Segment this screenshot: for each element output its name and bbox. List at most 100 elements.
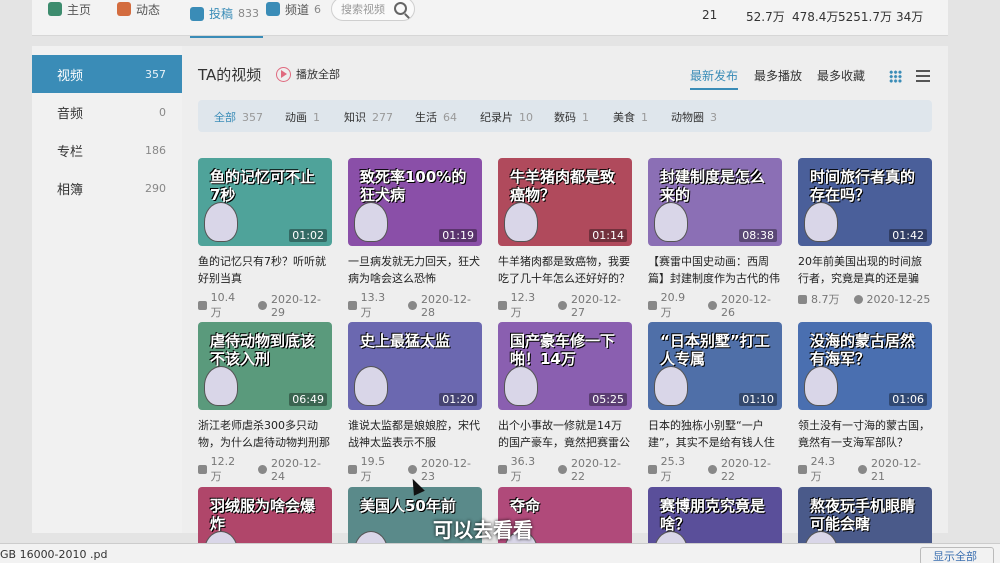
video-card[interactable]: 牛羊猪肉都是致癌物？ 01:14 牛羊猪肉都是致癌物，我要吃了几十年怎么还好好的？ 1… — [498, 158, 632, 320]
sort-most-played[interactable]: 最多播放 — [754, 67, 802, 84]
video-title[interactable]: 鱼的记忆只有7秒？听听就好别当真 — [198, 253, 332, 287]
thumbnail-caption: 赛博朋克究竟是啥？ — [660, 497, 766, 533]
thumbnail-caption: 羽绒服为啥会爆炸 — [210, 497, 316, 533]
clock-icon — [558, 301, 568, 310]
duration-badge: 01:02 — [289, 229, 327, 242]
video-card[interactable]: 史上最猛太监 01:20 谁说太监都是娘娘腔，宋代战神太监表示不服 19.5万 2020… — [348, 322, 482, 484]
upload-date: 2020-12-25 — [866, 292, 931, 306]
video-thumbnail[interactable]: 史上最猛太监 01:20 — [348, 322, 482, 410]
play-count-icon — [348, 301, 357, 310]
thumbnail-caption: 美国人50年前 — [360, 497, 456, 515]
video-thumbnail[interactable]: 封建制度是怎么来的 08:38 — [648, 158, 782, 246]
thumbnail-caption: 封建制度是怎么来的 — [660, 168, 766, 204]
sort-latest[interactable]: 最新发布 — [690, 67, 739, 90]
sidebar-item-articles[interactable]: 专栏 186 — [32, 131, 182, 169]
filter-life[interactable]: 生活 64 — [415, 109, 457, 125]
filter-digital[interactable]: 数码 1 — [554, 109, 589, 125]
nav-uploads[interactable]: 投稿 833 — [190, 0, 264, 38]
stat-plays: 5251.7万 — [838, 10, 892, 24]
sidebar: 视频 357 音频 0 专栏 186 相簿 290 — [32, 46, 182, 533]
clock-icon — [258, 465, 268, 474]
video-meta: 36.3万 2020-12-22 — [498, 455, 632, 484]
video-card[interactable]: 时间旅行者真的存在吗？ 01:42 20年前美国出现的时间旅行者，究竟是真的还是骗子… — [798, 158, 932, 307]
filter-all[interactable]: 全部 357 — [214, 109, 263, 125]
activity-icon — [117, 2, 131, 16]
filter-animation[interactable]: 动画 1 — [285, 109, 320, 125]
mascot-illustration — [804, 202, 838, 242]
video-card[interactable]: 虐待动物到底该不该入刑 06:49 浙江老师虐杀300多只动物，为什么虐待动物判刑那… — [198, 322, 332, 484]
video-thumbnail[interactable]: 致死率100%的狂犬病 01:19 — [348, 158, 482, 246]
mascot-illustration — [654, 366, 688, 406]
video-card[interactable]: 国产豪车修一下啪！14万 05:25 出个小事故一修就是14万的国产豪车，竟然把赛雷… — [498, 322, 632, 484]
mascot-illustration — [804, 366, 838, 406]
thumbnail-caption: 史上最猛太监 — [360, 332, 451, 350]
video-title[interactable]: 浙江老师虐杀300多只动物，为什么虐待动物判刑那么难？ — [198, 417, 332, 451]
thumbnail-caption: 致死率100%的狂犬病 — [360, 168, 467, 204]
show-all-button[interactable]: 显示全部 — [920, 547, 994, 563]
download-bar: GB 16000-2010 .pd 显示全部 — [0, 543, 1000, 563]
video-title[interactable]: 日本的独栋小别墅“一户建”，其实不是给有钱人住的 — [648, 417, 782, 451]
list-view-icon[interactable] — [916, 70, 930, 83]
video-title[interactable]: 谁说太监都是娘娘腔，宋代战神太监表示不服 — [348, 417, 482, 451]
video-thumbnail[interactable]: 时间旅行者真的存在吗？ 01:42 — [798, 158, 932, 246]
video-title[interactable]: 领土没有一寸海的蒙古国，竟然有一支海军部队？ — [798, 417, 932, 451]
filter-food[interactable]: 美食 1 — [613, 109, 648, 125]
video-title[interactable]: 牛羊猪肉都是致癌物，我要吃了几十年怎么还好好的？ — [498, 253, 632, 287]
mascot-illustration — [204, 202, 238, 242]
thumbnail-caption: 熬夜玩手机眼睛可能会瞎 — [810, 497, 916, 533]
video-card[interactable]: 鱼的记忆可不止7秒 01:02 鱼的记忆只有7秒？听听就好别当真 10.4万 2020-… — [198, 158, 332, 320]
video-meta: 8.7万 2020-12-25 — [798, 291, 932, 307]
filter-knowledge[interactable]: 知识 277 — [344, 109, 393, 125]
upload-date: 2020-12-21 — [871, 456, 921, 483]
duration-badge: 01:20 — [439, 393, 477, 406]
play-count: 24.3万 — [810, 455, 836, 483]
thumbnail-caption: 夺命 — [510, 497, 541, 515]
video-thumbnail[interactable]: 牛羊猪肉都是致癌物？ 01:14 — [498, 158, 632, 246]
sidebar-item-albums[interactable]: 相簿 290 — [32, 169, 182, 207]
duration-badge: 01:19 — [439, 229, 477, 242]
video-thumbnail[interactable]: 没海的蒙古居然有海军？ 01:06 — [798, 322, 932, 410]
filter-animals[interactable]: 动物圈 3 — [671, 109, 717, 125]
play-count-icon — [498, 465, 507, 474]
clock-icon — [558, 465, 568, 474]
video-title[interactable]: 出个小事故一修就是14万的国产豪车，竟然把赛雷公关了？ — [498, 417, 632, 451]
sidebar-item-audio[interactable]: 音频 0 — [32, 93, 182, 131]
play-count-icon — [798, 465, 807, 474]
thumbnail-caption: 时间旅行者真的存在吗？ — [810, 168, 916, 204]
clock-icon — [258, 301, 268, 310]
play-all-button[interactable]: 播放全部 — [276, 66, 340, 82]
play-count-icon — [498, 301, 507, 310]
play-count: 12.3万 — [510, 291, 536, 319]
video-thumbnail[interactable]: 国产豪车修一下啪！14万 05:25 — [498, 322, 632, 410]
nav-activity[interactable]: 动态 — [117, 0, 160, 27]
stat-followers: 52.7万 — [746, 10, 785, 24]
upload-date: 2020-12-22 — [721, 456, 771, 483]
video-title[interactable]: 20年前美国出现的时间旅行者，究竟是真的还是骗子？ — [798, 253, 932, 287]
video-card[interactable]: “日本别墅”打工人专属 01:10 日本的独栋小别墅“一户建”，其实不是给有钱人住的… — [648, 322, 782, 484]
channel-icon — [266, 2, 280, 16]
filter-documentary[interactable]: 纪录片 10 — [480, 109, 533, 125]
download-file[interactable]: GB 16000-2010 .pd — [0, 548, 107, 561]
play-count: 13.3万 — [360, 291, 386, 319]
clock-icon — [408, 465, 418, 474]
grid-view-icon[interactable] — [889, 70, 902, 83]
sidebar-item-video[interactable]: 视频 357 — [32, 55, 182, 93]
video-title[interactable]: 一旦病发就无力回天，狂犬病为啥会这么恐怖 — [348, 253, 482, 287]
nav-home[interactable]: 主页 — [48, 0, 91, 27]
search-input[interactable]: 搜索视频 — [331, 0, 415, 21]
sort-most-favorited[interactable]: 最多收藏 — [817, 67, 865, 84]
video-card[interactable]: 封建制度是怎么来的 08:38 【赛雷中国史动画：西周篇】封建制度作为古代的伟大“发… — [648, 158, 782, 320]
video-meta: 25.3万 2020-12-22 — [648, 455, 782, 484]
mascot-illustration — [354, 366, 388, 406]
video-card[interactable]: 没海的蒙古居然有海军？ 01:06 领土没有一寸海的蒙古国，竟然有一支海军部队？ 24… — [798, 322, 932, 484]
video-title[interactable]: 【赛雷中国史动画：西周篇】封建制度作为古代的伟大“发 — [648, 253, 782, 287]
upload-date: 2020-12-29 — [271, 292, 321, 319]
search-icon[interactable] — [394, 2, 407, 15]
stat-following: 21 — [702, 8, 718, 22]
video-card[interactable]: 致死率100%的狂犬病 01:19 一旦病发就无力回天，狂犬病为啥会这么恐怖 13.3… — [348, 158, 482, 320]
video-meta: 13.3万 2020-12-28 — [348, 291, 482, 320]
video-thumbnail[interactable]: 虐待动物到底该不该入刑 06:49 — [198, 322, 332, 410]
video-thumbnail[interactable]: 鱼的记忆可不止7秒 01:02 — [198, 158, 332, 246]
video-thumbnail[interactable]: “日本别墅”打工人专属 01:10 — [648, 322, 782, 410]
nav-channels[interactable]: 频道 6 — [266, 0, 321, 27]
